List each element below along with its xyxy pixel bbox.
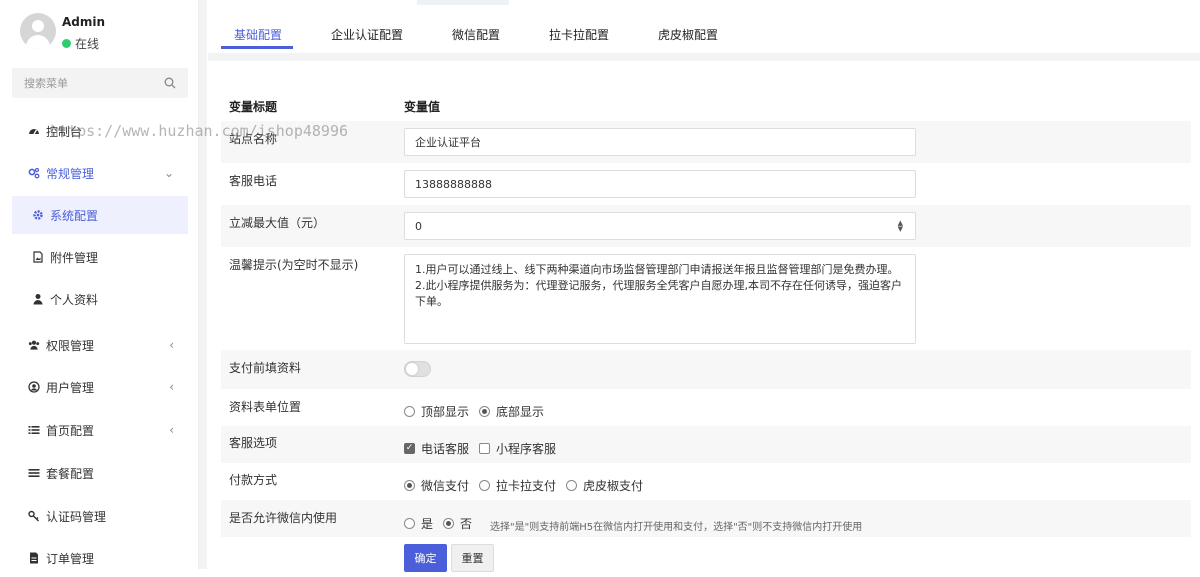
submit-button[interactable]: 确定 <box>404 544 447 572</box>
chevron-down-icon: ⌄ <box>163 166 174 180</box>
field-label: 付款方式 <box>229 473 278 487</box>
tab-enterprise-auth-config[interactable]: 企业认证配置 <box>331 26 403 43</box>
sidebar-item-orders[interactable]: 订单管理 <box>12 539 188 577</box>
sidebar-item-general[interactable]: 常规管理 ⌄ <box>12 154 188 192</box>
table-row: 资料表单位置 顶部显示 底部显示 <box>221 389 1191 426</box>
user-icon <box>32 293 44 305</box>
cogs-icon <box>28 167 40 179</box>
sidebar-item-label: 常规管理 <box>46 166 95 181</box>
sidebar-item-label: 控制台 <box>46 124 83 139</box>
radio-wechat-no[interactable]: 否 <box>443 515 472 532</box>
sidebar-item-label: 用户管理 <box>46 380 95 395</box>
active-tab-indicator <box>221 46 293 49</box>
radio-lakala-pay[interactable]: 拉卡拉支付 <box>479 477 556 494</box>
table-row: 温馨提示(为空时不显示) 1.用户可以通过线上、线下两种渠道向市场监督管理部门申… <box>221 247 1191 350</box>
dashboard-icon <box>28 125 40 137</box>
max-discount-value: 0 <box>415 219 422 233</box>
table-row: 是否允许微信内使用 是 否 选择"是"则支持前端H5在微信内打开使用和支付，选择… <box>221 500 1191 537</box>
search-icon[interactable] <box>164 77 176 89</box>
radio-bottom-display[interactable]: 底部显示 <box>479 403 544 420</box>
sidebar-item-dashboard[interactable]: 控制台 <box>12 112 188 150</box>
field-label: 支付前填资料 <box>229 361 302 375</box>
field-label: 立减最大值（元） <box>229 216 326 230</box>
field-label: 客服选项 <box>229 436 278 450</box>
users-icon <box>28 339 40 351</box>
chevron-left-icon: ‹ <box>169 338 174 352</box>
field-label: 是否允许微信内使用 <box>229 511 338 525</box>
list-icon <box>28 424 40 436</box>
radio-top-display[interactable]: 顶部显示 <box>404 403 469 420</box>
sidebar-item-auth-codes[interactable]: 认证码管理 <box>12 497 188 535</box>
check-icon: ✓ <box>404 443 415 454</box>
bars-icon <box>28 467 40 479</box>
column-header-title: 变量标题 <box>229 100 278 114</box>
tab-lakala-config[interactable]: 拉卡拉配置 <box>549 26 609 43</box>
sidebar-item-label: 订单管理 <box>46 551 95 566</box>
tab-hupijiao-config[interactable]: 虎皮椒配置 <box>658 26 718 43</box>
checkbox-miniprogram-service[interactable]: 小程序客服 <box>479 440 556 457</box>
prefill-toggle[interactable] <box>404 361 431 377</box>
field-label: 资料表单位置 <box>229 400 302 414</box>
sidebar-item-system-config[interactable]: 系统配置 <box>12 196 188 234</box>
sidebar: Admin 在线 搜索菜单 控制台 常规管理 ⌄ 系统配置 附件管理 个人资料 … <box>0 0 199 569</box>
top-accent <box>417 0 509 5</box>
online-dot-icon <box>62 39 71 48</box>
radio-hupijiao-pay[interactable]: 虎皮椒支付 <box>566 477 643 494</box>
service-phone-input[interactable]: 13888888888 <box>404 170 916 198</box>
sidebar-item-packages[interactable]: 套餐配置 <box>12 454 188 492</box>
chevron-left-icon: ‹ <box>169 380 174 394</box>
search-placeholder: 搜索菜单 <box>24 77 68 90</box>
sidebar-item-label: 套餐配置 <box>46 466 95 481</box>
sidebar-item-users[interactable]: 用户管理 ‹ <box>12 368 188 406</box>
file-text-icon <box>28 552 40 564</box>
radio-wechat-pay[interactable]: 微信支付 <box>404 477 469 494</box>
radio-wechat-yes[interactable]: 是 <box>404 515 433 532</box>
sidebar-item-label: 权限管理 <box>46 338 95 353</box>
table-row: 客服选项 ✓ 电话客服 小程序客服 <box>221 426 1191 463</box>
field-label: 温馨提示(为空时不显示) <box>229 258 359 272</box>
tab-basic-config[interactable]: 基础配置 <box>234 26 282 43</box>
user-status-label: 在线 <box>75 37 100 51</box>
sidebar-item-profile[interactable]: 个人资料 <box>12 280 188 318</box>
user-status: 在线 <box>62 35 99 52</box>
sidebar-item-label: 认证码管理 <box>46 509 107 524</box>
column-header-value: 变量值 <box>404 100 441 114</box>
file-image-icon <box>32 251 44 263</box>
avatar[interactable] <box>20 13 56 49</box>
reset-button[interactable]: 重置 <box>451 544 494 572</box>
site-name-input[interactable]: 企业认证平台 <box>404 128 916 156</box>
table-row: 支付前填资料 <box>221 350 1191 389</box>
tips-textarea[interactable]: 1.用户可以通过线上、线下两种渠道向市场监督管理部门申请报送年报且监督管理部门是… <box>404 254 916 344</box>
field-label: 客服电话 <box>229 174 278 188</box>
user-circle-icon <box>28 381 40 393</box>
table-header: 变量标题 变量值 <box>221 90 1191 120</box>
table-row: 付款方式 微信支付 拉卡拉支付 虎皮椒支付 <box>221 463 1191 500</box>
wechat-use-hint: 选择"是"则支持前端H5在微信内打开使用和支付，选择"否"则不支持微信内打开使用 <box>490 522 863 533</box>
sidebar-item-label: 首页配置 <box>46 423 95 438</box>
tab-wechat-config[interactable]: 微信配置 <box>452 26 500 43</box>
sidebar-item-label: 附件管理 <box>50 250 99 265</box>
sidebar-item-home-config[interactable]: 首页配置 ‹ <box>12 411 188 449</box>
chevron-left-icon: ‹ <box>169 423 174 437</box>
table-row: 立减最大值（元） 0 ▲ ▼ <box>221 205 1191 247</box>
field-label: 站点名称 <box>229 132 278 146</box>
user-name: Admin <box>62 15 106 29</box>
number-stepper-icon[interactable]: ▲ ▼ <box>898 220 903 233</box>
sidebar-item-permissions[interactable]: 权限管理 ‹ <box>12 326 188 364</box>
sidebar-item-attachments[interactable]: 附件管理 <box>12 238 188 276</box>
max-discount-input[interactable]: 0 ▲ ▼ <box>404 212 916 240</box>
table-row: 站点名称 企业认证平台 <box>221 121 1191 163</box>
table-row: 客服电话 13888888888 <box>221 163 1191 205</box>
search-input[interactable]: 搜索菜单 <box>12 68 188 98</box>
sidebar-item-label: 系统配置 <box>50 208 99 223</box>
key-icon <box>28 510 40 522</box>
sidebar-item-label: 个人资料 <box>50 292 99 307</box>
checkbox-phone-service[interactable]: ✓ 电话客服 <box>404 440 469 457</box>
content-gutter <box>199 0 207 569</box>
gear-icon <box>32 209 44 221</box>
